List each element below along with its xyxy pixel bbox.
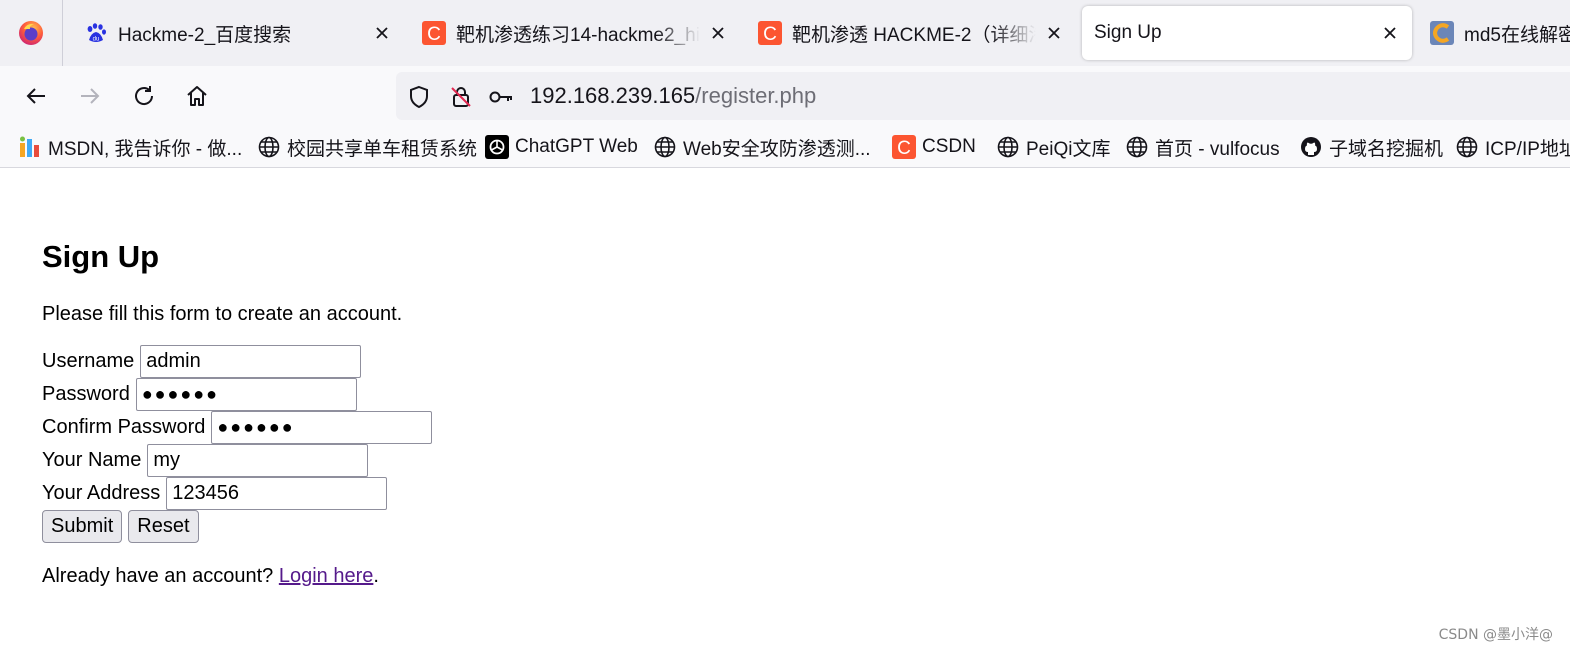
login-link[interactable]: Login here bbox=[279, 565, 374, 587]
form-buttons-row: Submit Reset bbox=[42, 510, 205, 543]
svg-text:C: C bbox=[897, 138, 911, 159]
tab-strip: du Hackme-2_百度搜索 C 靶机渗透练习14-hackme2_hira… bbox=[0, 0, 1570, 66]
address-input[interactable]: 123456 bbox=[166, 477, 388, 510]
tab-baidu-search[interactable]: du Hackme-2_百度搜索 bbox=[80, 6, 398, 60]
login-prompt: Already have an account? Login here. bbox=[42, 565, 379, 588]
bookmark-bike-rental[interactable]: 校园共享单车租赁系统 bbox=[257, 134, 477, 160]
bookmark-label: ICP/IP地址 bbox=[1485, 138, 1570, 160]
tab-csdn-hackme2-detail[interactable]: C 靶机渗透 HACKME-2（详细渗 bbox=[754, 6, 1070, 60]
svg-text:C: C bbox=[763, 24, 777, 45]
navigation-toolbar: 192.168.239.165/register.php bbox=[0, 66, 1570, 126]
address-row: Your Address 123456 bbox=[42, 477, 388, 510]
chatgpt-icon bbox=[485, 135, 509, 159]
baidu-icon: du bbox=[87, 23, 106, 43]
cmd5-icon bbox=[1430, 21, 1454, 45]
reset-button[interactable]: Reset bbox=[128, 510, 199, 543]
bookmark-label: 校园共享单车租赁系统 bbox=[287, 138, 478, 160]
address-bar[interactable]: 192.168.239.165/register.php bbox=[396, 72, 1570, 120]
bookmark-label: Web安全攻防渗透测... bbox=[683, 138, 871, 160]
bookmark-label: 首页 - vulfocus bbox=[1155, 138, 1280, 160]
confirm-password-row: Confirm Password ●●●●●● bbox=[42, 411, 433, 444]
bookmark-web-security[interactable]: Web安全攻防渗透测... bbox=[653, 134, 871, 160]
forward-button[interactable] bbox=[72, 78, 108, 114]
msdn-icon bbox=[18, 135, 42, 159]
reload-icon bbox=[135, 86, 154, 105]
bookmark-icp-ip[interactable]: ICP/IP地址 bbox=[1455, 134, 1570, 160]
forward-arrow-icon bbox=[81, 88, 100, 104]
form-instructions: Please fill this form to create an accou… bbox=[42, 303, 403, 325]
url-path: /register.php bbox=[695, 83, 817, 108]
close-tab-icon[interactable] bbox=[370, 21, 394, 45]
close-tab-icon[interactable] bbox=[1378, 21, 1402, 45]
globe-icon bbox=[1455, 135, 1479, 159]
submit-button[interactable]: Submit bbox=[42, 510, 123, 543]
login-prompt-text: Already have an account? bbox=[42, 565, 274, 587]
password-label: Password bbox=[42, 383, 130, 405]
insecure-lock-icon[interactable] bbox=[448, 84, 474, 110]
firefox-view-button[interactable] bbox=[0, 0, 63, 66]
tab-sign-up[interactable]: Sign Up bbox=[1082, 6, 1412, 60]
csdn-icon: C bbox=[758, 21, 782, 45]
back-arrow-icon bbox=[26, 88, 45, 104]
bookmark-msdn[interactable]: MSDN, 我告诉你 - 做... bbox=[18, 134, 242, 160]
svg-text:du: du bbox=[93, 37, 100, 43]
bookmark-label: PeiQi文库 bbox=[1026, 138, 1111, 160]
tab-title: 靶机渗透 HACKME-2（详细渗 bbox=[792, 24, 1036, 46]
reload-button[interactable] bbox=[126, 78, 162, 114]
url-host: 192.168.239.165 bbox=[530, 83, 696, 108]
csdn-watermark: CSDN @墨小洋@ bbox=[1438, 627, 1553, 643]
csdn-icon: C bbox=[422, 21, 446, 45]
tracking-protection-shield-icon[interactable] bbox=[406, 84, 432, 110]
name-row: Your Name my bbox=[42, 444, 369, 477]
bookmark-peiqi[interactable]: PeiQi文库 bbox=[996, 134, 1110, 160]
close-tab-icon[interactable] bbox=[706, 21, 730, 45]
login-suffix: . bbox=[373, 565, 379, 587]
globe-icon bbox=[1125, 135, 1149, 159]
name-label: Your Name bbox=[42, 449, 142, 471]
bookmark-label: CSDN bbox=[922, 136, 976, 157]
username-label: Username bbox=[42, 350, 135, 372]
firefox-icon bbox=[19, 21, 43, 45]
github-icon bbox=[1299, 135, 1323, 159]
tab-title: 靶机渗透练习14-hackme2_hira bbox=[456, 24, 700, 46]
tab-title: md5在线解密 bbox=[1464, 24, 1570, 46]
username-input[interactable]: admin bbox=[140, 345, 362, 378]
bookmark-chatgpt-web[interactable]: ChatGPT Web bbox=[485, 134, 638, 160]
globe-icon bbox=[257, 135, 281, 159]
bookmark-label: MSDN, 我告诉你 - 做... bbox=[48, 138, 243, 160]
web-page-content: Sign Up Please fill this form to create … bbox=[0, 169, 1570, 653]
page-title: Sign Up bbox=[42, 239, 160, 274]
home-button[interactable] bbox=[179, 78, 215, 114]
name-input[interactable]: my bbox=[147, 444, 369, 477]
globe-icon bbox=[653, 135, 677, 159]
tab-csdn-hackme2[interactable]: C 靶机渗透练习14-hackme2_hira bbox=[418, 6, 734, 60]
bookmark-csdn[interactable]: C CSDN bbox=[892, 134, 976, 160]
confirm-password-label: Confirm Password bbox=[42, 416, 206, 438]
tab-md5-decrypt[interactable]: md5在线解密 bbox=[1430, 6, 1570, 60]
confirm-password-input[interactable]: ●●●●●● bbox=[211, 411, 433, 444]
svg-text:C: C bbox=[427, 24, 441, 45]
address-label: Your Address bbox=[42, 482, 161, 504]
bookmarks-toolbar: MSDN, 我告诉你 - 做... 校园共享单车租赁系统 ChatGPT Web… bbox=[0, 126, 1570, 168]
bookmark-vulfocus[interactable]: 首页 - vulfocus bbox=[1125, 134, 1280, 160]
bookmark-label: 子域名挖掘机 bbox=[1329, 138, 1444, 160]
password-input[interactable]: ●●●●●● bbox=[135, 378, 357, 411]
globe-icon bbox=[996, 135, 1020, 159]
csdn-icon: C bbox=[892, 135, 916, 159]
bookmark-subdomain-miner[interactable]: 子域名挖掘机 bbox=[1299, 134, 1443, 160]
close-tab-icon[interactable] bbox=[1042, 21, 1066, 45]
tab-title: Sign Up bbox=[1094, 22, 1162, 43]
bookmark-label: ChatGPT Web bbox=[515, 136, 638, 157]
key-icon[interactable] bbox=[488, 84, 514, 110]
password-row: Password ●●●●●● bbox=[42, 378, 357, 411]
url-text[interactable]: 192.168.239.165/register.php bbox=[530, 83, 816, 109]
back-button[interactable] bbox=[18, 78, 54, 114]
home-icon bbox=[187, 86, 207, 106]
username-row: Username admin bbox=[42, 345, 362, 378]
tab-title: Hackme-2_百度搜索 bbox=[118, 24, 292, 46]
